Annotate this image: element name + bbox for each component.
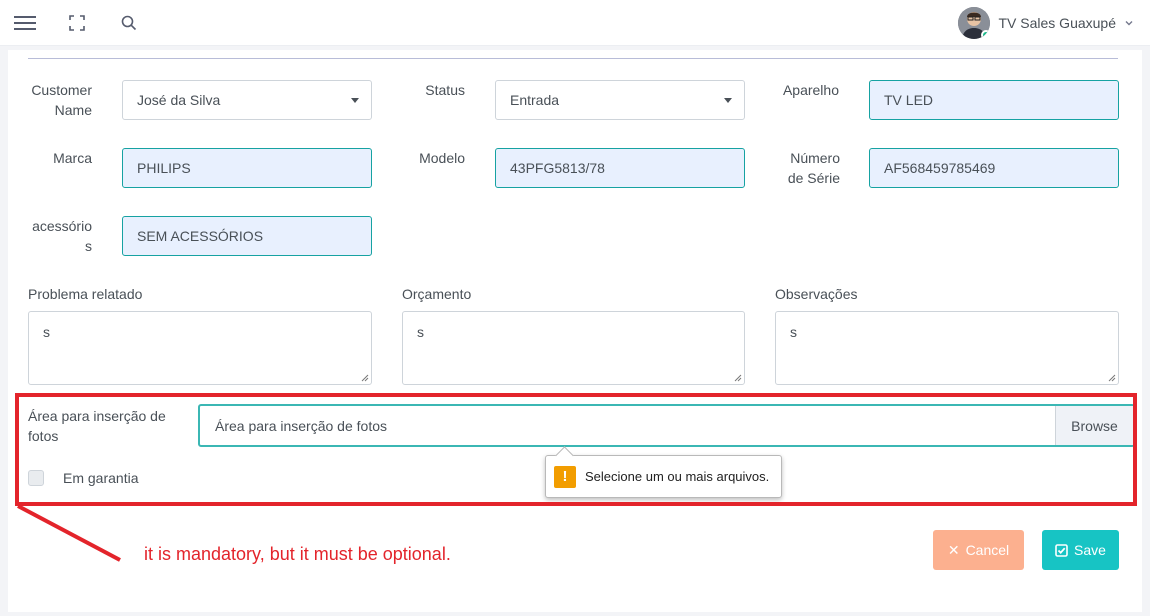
customer-name-select[interactable]: José da Silva — [122, 80, 372, 120]
avatar — [958, 7, 991, 39]
select-caret-icon — [351, 98, 359, 103]
resize-handle-icon[interactable] — [361, 374, 369, 382]
acessorios-label: acessórios — [32, 218, 92, 254]
aparelho-value: TV LED — [884, 92, 934, 108]
problema-textarea[interactable]: s — [28, 311, 372, 385]
annotation-highlight-box — [15, 393, 1137, 506]
numero-serie-label: Número de Série — [787, 150, 840, 186]
select-caret-icon — [724, 98, 732, 103]
resize-handle-icon[interactable] — [1108, 374, 1116, 382]
section-divider — [28, 58, 1118, 59]
chevron-down-icon — [1124, 15, 1134, 31]
modelo-input[interactable]: 43PFG5813/78 — [495, 148, 745, 188]
orcamento-textarea[interactable]: s — [402, 311, 745, 385]
observacoes-textarea[interactable]: s — [775, 311, 1119, 385]
acessorios-input[interactable]: SEM ACESSÓRIOS — [122, 216, 372, 256]
user-menu[interactable]: TV Sales Guaxupé — [958, 6, 1134, 40]
problema-label: Problema relatado — [28, 286, 143, 302]
modelo-label: Modelo — [419, 150, 465, 166]
form-card: Customer Name José da Silva Status Entra… — [8, 50, 1142, 612]
close-icon: ✕ — [947, 541, 960, 558]
annotation-arrow — [17, 504, 121, 562]
aparelho-label: Aparelho — [782, 82, 839, 98]
orcamento-label: Orçamento — [402, 286, 472, 302]
numero-serie-value: AF568459785469 — [884, 160, 996, 176]
save-label: Save — [1074, 542, 1106, 558]
observacoes-label: Observações — [775, 286, 858, 302]
search-icon[interactable] — [118, 12, 140, 34]
cancel-label: Cancel — [965, 542, 1010, 558]
marca-input[interactable]: PHILIPS — [122, 148, 372, 188]
cancel-button[interactable]: ✕ Cancel — [933, 530, 1024, 570]
customer-name-label: Customer Name — [31, 82, 92, 118]
marca-label: Marca — [53, 150, 92, 166]
status-label: Status — [425, 82, 465, 98]
annotation-text: it is mandatory, but it must be optional… — [144, 544, 451, 564]
marca-value: PHILIPS — [137, 160, 191, 176]
check-square-icon — [1055, 543, 1068, 557]
numero-serie-input[interactable]: AF568459785469 — [869, 148, 1119, 188]
fullscreen-icon[interactable] — [66, 12, 88, 34]
modelo-value: 43PFG5813/78 — [510, 160, 605, 176]
online-status-dot — [981, 30, 991, 39]
user-name: TV Sales Guaxupé — [998, 15, 1116, 31]
status-select[interactable]: Entrada — [495, 80, 745, 120]
observacoes-value: s — [790, 324, 797, 340]
problema-value: s — [43, 324, 50, 340]
hamburger-menu-icon[interactable] — [14, 12, 36, 34]
top-bar: TV Sales Guaxupé — [0, 0, 1150, 46]
acessorios-value: SEM ACESSÓRIOS — [137, 228, 264, 244]
save-button[interactable]: Save — [1042, 530, 1119, 570]
resize-handle-icon[interactable] — [734, 374, 742, 382]
customer-name-value: José da Silva — [137, 92, 221, 108]
status-value: Entrada — [510, 92, 560, 108]
aparelho-input[interactable]: TV LED — [869, 80, 1119, 120]
orcamento-value: s — [417, 324, 424, 340]
